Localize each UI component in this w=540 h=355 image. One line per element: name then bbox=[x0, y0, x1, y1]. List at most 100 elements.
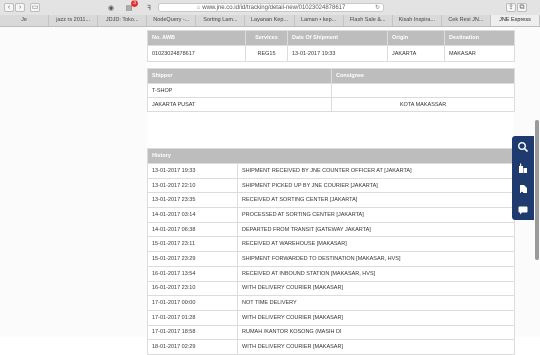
history-status: RUMAH /KANTOR KOSONG (MASIH DI bbox=[236, 324, 516, 341]
column-header: Destination bbox=[444, 30, 515, 46]
history-status: DEPARTED FROM TRANSIT [GATEWAY JAKARTA] bbox=[236, 221, 516, 238]
sidebar-icon[interactable]: ▭ bbox=[30, 3, 40, 12]
shipper-name: T-SHOP bbox=[147, 83, 332, 98]
table-row: 13-01-2017 23:35 RECEIVED AT SORTING CENT… bbox=[147, 192, 516, 209]
table-row: 17-01-2017 01:28 WITH DELIVERY COURIER [M… bbox=[147, 309, 516, 326]
column-header: No. AWB bbox=[147, 30, 246, 46]
parties-table: Shipper Consignee T-SHOP JAKARTA PUSAT K… bbox=[147, 68, 515, 112]
shipment-date: 13-01-2017 19:33 bbox=[287, 45, 388, 62]
consignee-name bbox=[331, 83, 515, 98]
table-row: 15-01-2017 23:29 SHIPMENT FORWARDED TO DE… bbox=[147, 251, 516, 267]
building-icon[interactable] bbox=[516, 161, 530, 175]
destination: MAKASAR bbox=[444, 45, 515, 62]
share-buttons: ⇪ ⧉ bbox=[506, 3, 527, 12]
table-row: JAKARTA PUSAT KOTA MAKASSAR bbox=[147, 97, 515, 112]
notification-badge: 3 bbox=[131, 0, 138, 7]
history-status: WITH DELIVERY COURIER [MAKASAR] bbox=[236, 309, 516, 326]
column-header: Origin bbox=[387, 30, 445, 46]
table-row: 14-01-2017 06:38 DEPARTED FROM TRANSIT [G… bbox=[147, 221, 516, 238]
delivery-icon[interactable] bbox=[516, 182, 530, 196]
browser-toolbar: ‹ › ▭ ◉ ▤ 3 ꟻ ⌂ www.jne.co.id/id/tracking/… bbox=[0, 0, 540, 16]
history-date: 15-01-2017 23:11 bbox=[147, 236, 238, 253]
table-row: 16-01-2017 13:54 RECEIVED AT INBOUND STAT… bbox=[147, 265, 516, 282]
tab[interactable]: jazz rs 2011... bbox=[49, 15, 99, 26]
address-bar[interactable]: ⌂ www.jne.co.id/id/tracking/detail-new/01… bbox=[158, 3, 384, 12]
history-date: 13-01-2017 22:10 bbox=[147, 177, 238, 194]
tab[interactable]: Layanan Kep... bbox=[245, 15, 295, 26]
tab-strip: Je jazz rs 2011... JDJD: Toko... NodeQue… bbox=[0, 15, 540, 27]
table-row: 13-01-2017 22:10 SHIPMENT PICKED UP BY JN… bbox=[147, 177, 516, 194]
service: REG15 bbox=[245, 45, 288, 62]
forward-button[interactable]: › bbox=[15, 3, 25, 12]
tab[interactable]: JDJD: Toko... bbox=[98, 15, 148, 26]
page-margin-left bbox=[0, 27, 147, 337]
consignee-city: KOTA MAKASSAR bbox=[331, 97, 515, 112]
history-date: 14-01-2017 03:14 bbox=[147, 207, 238, 223]
history-status: SHIPMENT FORWARDED TO DESTINATION [MAKAS… bbox=[236, 251, 516, 267]
lock-icon: ⌂ bbox=[196, 5, 201, 11]
history-status: SHIPMENT RECEIVED BY JNE COUNTER OFFICER… bbox=[236, 163, 516, 179]
column-header: Consignee bbox=[331, 68, 515, 84]
table-row: 17-01-2017 18:58 RUMAH /KANTOR KOSONG (MA… bbox=[147, 324, 516, 341]
tab[interactable]: Kisah Inspira... bbox=[393, 15, 442, 26]
tab[interactable]: Flash Sale &... bbox=[344, 15, 393, 26]
page-scrollbar[interactable] bbox=[535, 120, 539, 260]
table-row: 01023024878617 REG15 13-01-2017 19:33 JA… bbox=[147, 45, 515, 62]
table-row: 13-01-2017 19:33 SHIPMENT RECEIVED BY JNE… bbox=[147, 163, 516, 179]
awb-number: 01023024878617 bbox=[147, 45, 246, 62]
history-date: 18-01-2017 02:29 bbox=[147, 339, 238, 355]
search-tracking-icon[interactable] bbox=[516, 140, 530, 154]
column-header: Date Of Shipment bbox=[287, 30, 388, 46]
history-date: 17-01-2017 18:58 bbox=[147, 324, 238, 341]
chat-icon[interactable] bbox=[516, 203, 530, 217]
grammar-extension-icon[interactable]: ꟻ bbox=[144, 3, 154, 12]
extension-icon[interactable]: ◉ bbox=[106, 3, 116, 12]
column-header: Shipper bbox=[147, 68, 332, 84]
shipment-header-row: No. AWB Services Date Of Shipment Origin… bbox=[147, 30, 515, 46]
origin: JAKARTA bbox=[387, 45, 445, 62]
tab[interactable]: Je bbox=[0, 15, 50, 26]
table-row: 16-01-2017 23:10 WITH DELIVERY COURIER [M… bbox=[147, 280, 516, 297]
shipper-city: JAKARTA PUSAT bbox=[147, 97, 332, 112]
history-header: History bbox=[146, 148, 516, 164]
tab[interactable]: Laman • kep... bbox=[295, 15, 344, 26]
parties-header-row: Shipper Consignee bbox=[147, 68, 515, 84]
table-row: 17-01-2017 00:00 NOT TIME DELIVERY bbox=[147, 295, 516, 311]
nav-buttons: ‹ › bbox=[4, 3, 25, 12]
column-header: Services bbox=[245, 30, 288, 46]
sidebar-toggle[interactable]: ▭ bbox=[30, 3, 40, 12]
table-row: T-SHOP bbox=[147, 83, 515, 98]
history-date: 16-01-2017 13:54 bbox=[147, 265, 238, 282]
table-row: 14-01-2017 03:14 PROCESSED AT SORTING CEN… bbox=[147, 207, 516, 223]
tab[interactable]: Sorting Lam... bbox=[196, 15, 246, 26]
notification-extension-icon[interactable]: ▤ 3 bbox=[124, 0, 138, 12]
history-date: 17-01-2017 01:28 bbox=[147, 309, 238, 326]
history-status: RECEIVED AT INBOUND STATION [MAKASAR, HV… bbox=[236, 265, 516, 282]
tabs-overview-icon[interactable]: ⧉ bbox=[517, 3, 527, 12]
back-button[interactable]: ‹ bbox=[4, 3, 14, 12]
history-header-row: History bbox=[146, 148, 516, 164]
history-date: 17-01-2017 00:00 bbox=[147, 295, 238, 311]
table-row: 15-01-2017 23:11 RECEIVED AT WAREHOUSE [M… bbox=[147, 236, 516, 253]
url-text: www.jne.co.id/id/tracking/detail-new/010… bbox=[202, 5, 346, 11]
history-date: 14-01-2017 06:38 bbox=[147, 221, 238, 238]
history-date: 16-01-2017 23:10 bbox=[147, 280, 238, 297]
history-date: 13-01-2017 19:33 bbox=[147, 163, 238, 179]
history-status: RECEIVED AT WAREHOUSE [MAKASAR] bbox=[236, 236, 516, 253]
floating-action-bar bbox=[512, 136, 534, 220]
reload-icon[interactable]: ↻ bbox=[375, 4, 380, 12]
history-status: SHIPMENT PICKED UP BY JNE COURIER [JAKAR… bbox=[236, 177, 516, 194]
share-icon[interactable]: ⇪ bbox=[506, 3, 516, 12]
history-date: 15-01-2017 23:29 bbox=[147, 251, 238, 267]
history-date: 13-01-2017 23:35 bbox=[147, 192, 238, 209]
history-table: History 13-01-2017 19:33 SHIPMENT RECEIVE… bbox=[146, 148, 516, 355]
shipment-table: No. AWB Services Date Of Shipment Origin… bbox=[147, 30, 515, 62]
history-status: NOT TIME DELIVERY bbox=[236, 295, 516, 311]
history-status: PROCESSED AT SORTING CENTER [JAKARTA] bbox=[236, 207, 516, 223]
tab[interactable]: Cek Resi JN... bbox=[442, 15, 491, 26]
tab[interactable]: NodeQuery -... bbox=[147, 15, 197, 26]
table-row: 18-01-2017 02:29 WITH DELIVERY COURIER [M… bbox=[147, 339, 516, 355]
tracking-content: No. AWB Services Date Of Shipment Origin… bbox=[146, 27, 516, 355]
tab-active[interactable]: JNE Express bbox=[490, 15, 540, 26]
history-status: WITH DELIVERY COURIER [MAKASAR] bbox=[236, 339, 516, 355]
